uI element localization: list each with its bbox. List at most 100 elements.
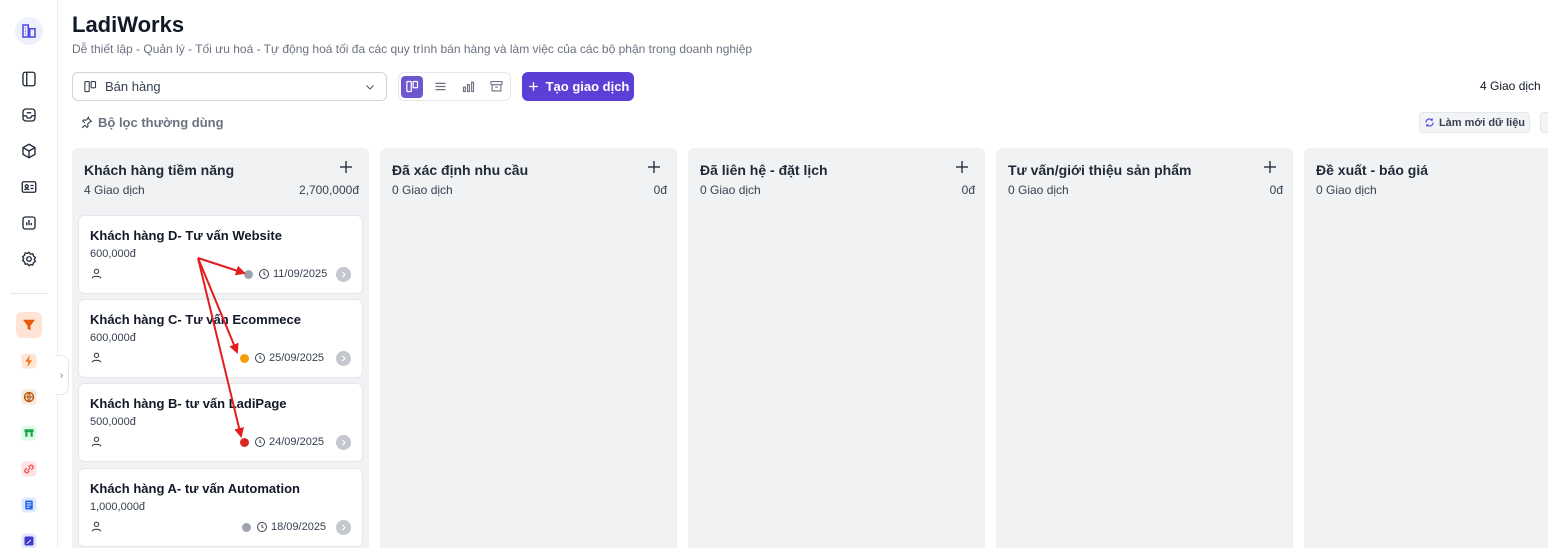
create-deal-button[interactable]: Tạo giao dịch [522, 72, 634, 101]
add-deal-plus-icon[interactable] [953, 158, 971, 176]
open-deal-button[interactable] [336, 435, 351, 450]
column-title: Đã xác định nhu cầu [392, 162, 529, 178]
app-root: › LadiWorks Dễ thiết lập - Quản lý - Tối… [0, 0, 1548, 548]
contact-card-icon[interactable] [17, 175, 41, 199]
list-icon [435, 82, 445, 91]
building-icon[interactable] [15, 17, 43, 45]
view-mode-toggle [398, 72, 511, 101]
column-deal-count: 0 Giao dịch [700, 183, 761, 197]
deal-card[interactable]: Khách hàng D- Tư vấn Website 600,000đ 11… [78, 215, 363, 294]
refresh-data-button[interactable]: Làm mới dữ liệu [1419, 112, 1530, 133]
deal-title: Khách hàng D- Tư vấn Website [90, 228, 282, 243]
kanban-icon [405, 80, 418, 93]
document-icon[interactable] [17, 493, 41, 517]
column-total-value: 2,700,000đ [298, 183, 359, 197]
deal-title: Khách hàng C- Tư vấn Ecommece [90, 312, 301, 327]
more-button[interactable] [1540, 112, 1548, 133]
user-icon[interactable] [90, 267, 103, 280]
list-view-button[interactable] [429, 76, 451, 98]
kanban-icon [84, 80, 97, 93]
status-dot [240, 354, 249, 363]
store-icon[interactable] [17, 421, 41, 445]
deal-amount: 1,000,000đ [90, 501, 146, 513]
pipeline-column: Đã xác định nhu cầu 0 Giao dịch 0đ [380, 148, 677, 548]
page-subtitle: Dễ thiết lập - Quản lý - Tối ưu hoá - Tự… [72, 42, 753, 56]
add-deal-plus-icon[interactable] [645, 158, 663, 176]
chevron-right-icon [341, 439, 346, 446]
deal-card[interactable]: Khách hàng B- tư vấn LadiPage 500,000đ 2… [78, 383, 363, 462]
user-icon[interactable] [90, 520, 103, 533]
add-deal-plus-icon[interactable] [337, 158, 355, 176]
column-title: Tư vấn/giới thiệu sản phẩm [1008, 162, 1192, 178]
clock-icon [257, 522, 267, 532]
column-title: Đề xuất - báo giá [1316, 162, 1429, 178]
user-icon[interactable] [90, 435, 103, 448]
globe-icon[interactable] [17, 385, 41, 409]
sidebar [0, 0, 58, 548]
bar-chart-icon [462, 81, 474, 93]
column-deal-count: 0 Giao dịch [392, 183, 453, 197]
pipeline-column: Tư vấn/giới thiệu sản phẩm 0 Giao dịch 0… [996, 148, 1293, 548]
user-icon[interactable] [90, 351, 103, 364]
sidebar-expand-toggle[interactable]: › [55, 355, 69, 395]
column-deal-count: 4 Giao dịch [84, 183, 145, 197]
open-deal-button[interactable] [336, 267, 351, 282]
box-icon[interactable] [17, 139, 41, 163]
lightning-icon[interactable] [17, 349, 41, 373]
sidebar-divider [10, 293, 48, 294]
status-dot [240, 438, 249, 447]
column-title: Đã liên hệ - đặt lịch [700, 162, 828, 178]
funnel-icon[interactable] [16, 312, 42, 338]
deal-due-date: 18/09/2025 [271, 521, 327, 533]
saved-filters-label: Bộ lọc thường dùng [98, 115, 224, 130]
deal-due-date: 25/09/2025 [269, 352, 325, 364]
column-total-value: 0đ [961, 183, 975, 197]
plus-icon [528, 82, 538, 91]
report-view-button[interactable] [457, 76, 479, 98]
pipeline-select[interactable]: Bán hàng [72, 72, 387, 101]
chevron-right-icon [341, 524, 346, 531]
pipeline-select-value: Bán hàng [105, 79, 161, 94]
archive-view-button[interactable] [485, 76, 507, 98]
deal-card[interactable]: Khách hàng A- tư vấn Automation 1,000,00… [78, 468, 363, 547]
clock-icon [255, 437, 265, 447]
link-icon[interactable] [17, 457, 41, 481]
pipeline-column: Khách hàng tiềm năng 4 Giao dịch 2,700,0… [72, 148, 369, 548]
clock-icon [255, 353, 265, 363]
notebook-icon[interactable] [17, 67, 41, 91]
column-deal-count: 0 Giao dịch [1008, 183, 1069, 197]
add-deal-plus-icon[interactable] [1261, 158, 1279, 176]
chevron-right-icon [341, 271, 346, 278]
refresh-icon [1425, 118, 1434, 127]
open-deal-button[interactable] [336, 520, 351, 535]
deal-due-date: 24/09/2025 [269, 436, 325, 448]
page-title: LadiWorks [72, 12, 185, 37]
column-title: Khách hàng tiềm năng [84, 162, 235, 178]
archive-icon [489, 80, 503, 92]
column-deal-count: 0 Giao dịch [1316, 183, 1377, 197]
edit-icon[interactable] [17, 529, 41, 548]
deal-amount: 600,000đ [90, 248, 136, 260]
deal-amount: 600,000đ [90, 332, 136, 344]
open-deal-button[interactable] [336, 351, 351, 366]
refresh-data-label: Làm mới dữ liệu [1438, 116, 1526, 129]
pipeline-column: Đề xuất - báo giá 0 Giao dịch [1304, 148, 1548, 548]
status-dot [242, 523, 251, 532]
saved-filters-link[interactable]: Bộ lọc thường dùng [80, 115, 224, 130]
deal-count: 4 Giao dịch [1480, 79, 1541, 93]
kanban-view-button[interactable] [401, 75, 423, 98]
chart-icon[interactable] [17, 211, 41, 235]
deal-card[interactable]: Khách hàng C- Tư vấn Ecommece 600,000đ 2… [78, 299, 363, 378]
settings-icon[interactable] [17, 247, 41, 271]
deal-due-date: 11/09/2025 [273, 268, 328, 280]
deal-title: Khách hàng A- tư vấn Automation [90, 481, 300, 496]
chevron-down-icon [366, 85, 374, 90]
chevron-right-icon [341, 355, 346, 362]
pin-icon [81, 116, 93, 129]
inbox-icon[interactable] [17, 103, 41, 127]
deal-title: Khách hàng B- tư vấn LadiPage [90, 396, 287, 411]
create-deal-label: Tạo giao dịch [545, 79, 630, 94]
deal-amount: 500,000đ [90, 416, 136, 428]
pipeline-column: Đã liên hệ - đặt lịch 0 Giao dịch 0đ [688, 148, 985, 548]
column-total-value: 0đ [1269, 183, 1283, 197]
